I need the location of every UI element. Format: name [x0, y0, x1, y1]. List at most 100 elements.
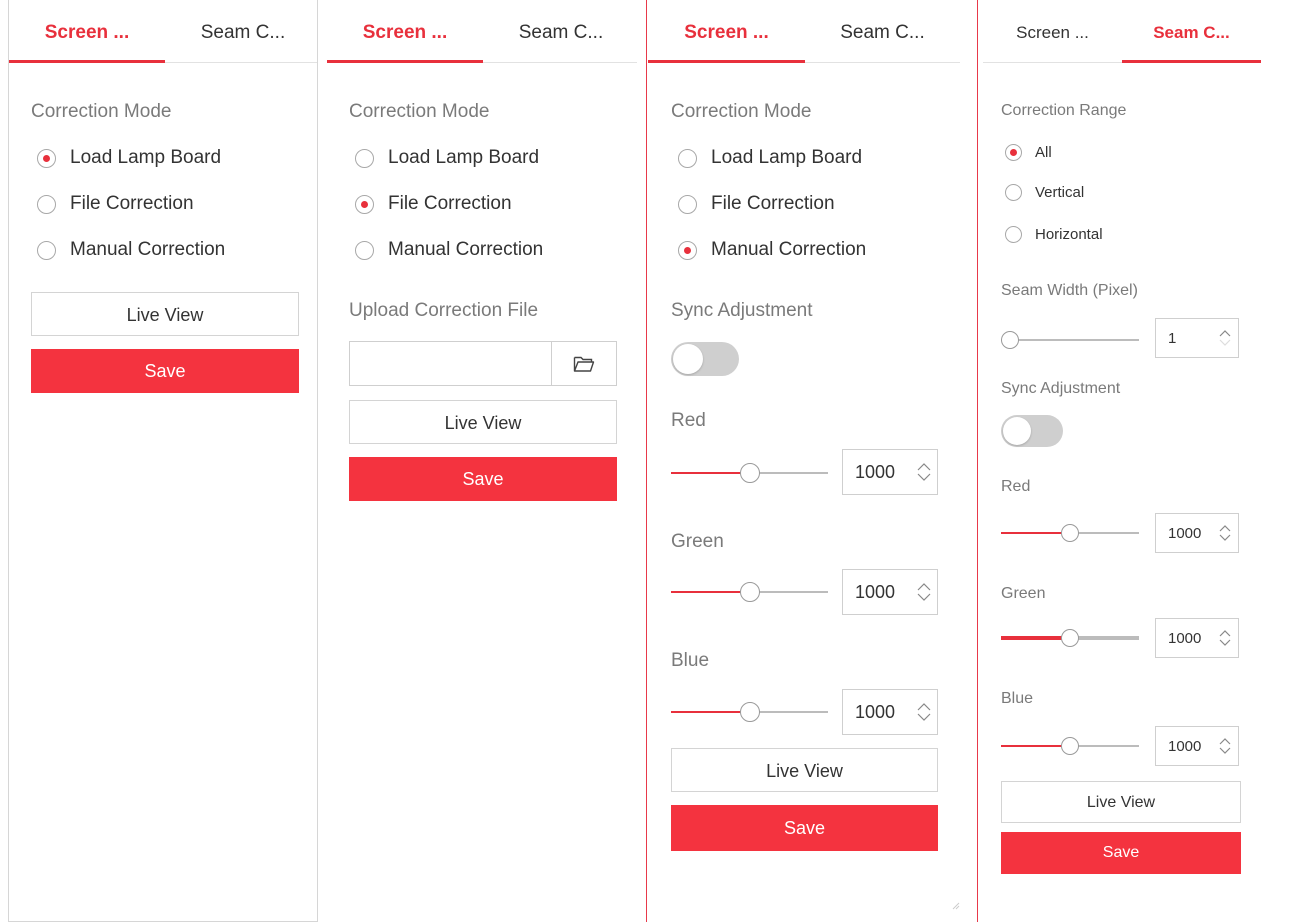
panel-divider	[977, 0, 978, 922]
spinner-arrows[interactable]	[911, 703, 937, 721]
chevron-down-icon[interactable]	[917, 473, 931, 481]
radio-manual-correction[interactable]: Manual Correction	[678, 237, 866, 263]
chevron-down-icon[interactable]	[917, 713, 931, 721]
chevron-down-icon[interactable]	[1219, 639, 1231, 646]
live-view-button[interactable]: Live View	[349, 400, 617, 444]
upload-file-input[interactable]	[349, 341, 617, 386]
spinner-value: 1000	[1168, 524, 1202, 542]
slider-thumb[interactable]	[1061, 737, 1079, 755]
slider-thumb[interactable]	[739, 582, 760, 602]
radio-load-lamp-board[interactable]: Load Lamp Board	[37, 145, 221, 171]
tab-screen-correction[interactable]: Screen ...	[648, 0, 805, 63]
green-slider[interactable]	[671, 582, 828, 602]
radio-label: Load Lamp Board	[70, 147, 222, 168]
radio-button	[678, 148, 697, 168]
chevron-up-icon[interactable]	[917, 703, 931, 711]
browse-folder-button[interactable]	[551, 342, 616, 385]
red-value-spinner[interactable]: 1000	[1155, 513, 1239, 553]
seam-width-spinner[interactable]: 1	[1155, 318, 1239, 358]
chevron-down-icon[interactable]	[1219, 747, 1231, 754]
live-view-button[interactable]: Live View	[671, 748, 938, 792]
radio-manual-correction[interactable]: Manual Correction	[37, 237, 225, 263]
tab-seam-correction[interactable]: Seam C...	[165, 0, 321, 62]
slider-thumb[interactable]	[1061, 629, 1079, 647]
screen-correction-panel-2: Screen ... Seam C... Correction Mode Loa…	[327, 0, 637, 922]
sync-adjustment-toggle[interactable]	[1001, 415, 1063, 447]
tab-bar: Screen ... Seam C...	[983, 0, 1261, 63]
green-value-spinner[interactable]: 1000	[842, 569, 938, 615]
blue-slider[interactable]	[671, 702, 828, 722]
spinner-arrows[interactable]	[1212, 630, 1238, 646]
spinner-arrows[interactable]	[1212, 525, 1238, 541]
tab-seam-correction[interactable]: Seam C...	[1122, 0, 1261, 63]
radio-range-horizontal[interactable]: Horizontal	[1005, 221, 1103, 247]
live-view-button[interactable]: Live View	[1001, 781, 1241, 823]
seam-width-label: Seam Width (Pixel)	[1001, 282, 1138, 299]
radio-button	[37, 194, 56, 214]
screen-correction-panel-3: Screen ... Seam C... Correction Mode Loa…	[648, 0, 960, 922]
spinner-arrows[interactable]	[1212, 330, 1238, 346]
radio-button	[355, 148, 374, 168]
red-slider[interactable]	[671, 463, 828, 483]
toggle-knob	[1003, 417, 1031, 445]
sync-adjustment-toggle[interactable]	[671, 342, 739, 376]
radio-file-correction[interactable]: File Correction	[355, 191, 512, 217]
radio-file-correction[interactable]: File Correction	[37, 191, 194, 217]
save-button[interactable]: Save	[1001, 832, 1241, 874]
red-value-spinner[interactable]: 1000	[842, 449, 938, 495]
blue-value-spinner[interactable]: 1000	[842, 689, 938, 735]
correction-mode-label: Correction Mode	[671, 101, 812, 122]
chevron-up-icon[interactable]	[1219, 630, 1231, 637]
live-view-button[interactable]: Live View	[31, 292, 299, 336]
spinner-arrows[interactable]	[911, 583, 937, 601]
spinner-value: 1000	[855, 581, 896, 602]
slider-thumb[interactable]	[739, 463, 760, 483]
correction-mode-label: Correction Mode	[349, 101, 490, 122]
tab-bar: Screen ... Seam C...	[648, 0, 960, 63]
spinner-value: 1000	[1168, 737, 1202, 755]
green-value-spinner[interactable]: 1000	[1155, 618, 1239, 658]
red-label: Red	[1001, 478, 1031, 495]
chevron-down-icon[interactable]	[917, 593, 931, 601]
radio-button-checked	[678, 240, 697, 260]
radio-load-lamp-board[interactable]: Load Lamp Board	[678, 145, 862, 171]
tab-screen-correction[interactable]: Screen ...	[983, 0, 1122, 62]
save-button[interactable]: Save	[31, 349, 299, 393]
blue-label: Blue	[1001, 690, 1034, 707]
slider-thumb[interactable]	[1001, 331, 1019, 349]
blue-value-spinner[interactable]: 1000	[1155, 726, 1239, 766]
seam-width-slider[interactable]	[1001, 330, 1139, 350]
slider-thumb[interactable]	[739, 702, 760, 722]
chevron-up-icon[interactable]	[1219, 330, 1231, 337]
chevron-up-icon[interactable]	[1219, 525, 1231, 532]
radio-label: Vertical	[1035, 183, 1085, 201]
save-button[interactable]: Save	[671, 805, 938, 851]
red-label: Red	[671, 410, 706, 431]
spinner-arrows[interactable]	[911, 463, 937, 481]
chevron-down-icon[interactable]	[1219, 339, 1231, 346]
resize-grip-icon[interactable]	[952, 902, 960, 910]
radio-label: Manual Correction	[388, 239, 544, 260]
radio-manual-correction[interactable]: Manual Correction	[355, 237, 543, 263]
spinner-arrows[interactable]	[1212, 738, 1238, 754]
blue-slider[interactable]	[1001, 736, 1139, 756]
chevron-up-icon[interactable]	[917, 583, 931, 591]
radio-load-lamp-board[interactable]: Load Lamp Board	[355, 145, 539, 171]
chevron-up-icon[interactable]	[917, 463, 931, 471]
slider-thumb[interactable]	[1061, 524, 1079, 542]
spinner-value: 1	[1168, 329, 1177, 347]
tab-seam-correction[interactable]: Seam C...	[483, 0, 639, 62]
radio-file-correction[interactable]: File Correction	[678, 191, 835, 217]
radio-range-all[interactable]: All	[1005, 139, 1052, 165]
tab-seam-correction[interactable]: Seam C...	[805, 0, 960, 62]
tab-screen-correction[interactable]: Screen ...	[327, 0, 483, 63]
save-button[interactable]: Save	[349, 457, 617, 501]
radio-label: Load Lamp Board	[388, 147, 540, 168]
radio-range-vertical[interactable]: Vertical	[1005, 179, 1084, 205]
chevron-down-icon[interactable]	[1219, 534, 1231, 541]
tab-screen-correction[interactable]: Screen ...	[9, 0, 165, 63]
radio-label: Manual Correction	[70, 239, 226, 260]
red-slider[interactable]	[1001, 523, 1139, 543]
chevron-up-icon[interactable]	[1219, 738, 1231, 745]
green-slider[interactable]	[1001, 628, 1139, 648]
